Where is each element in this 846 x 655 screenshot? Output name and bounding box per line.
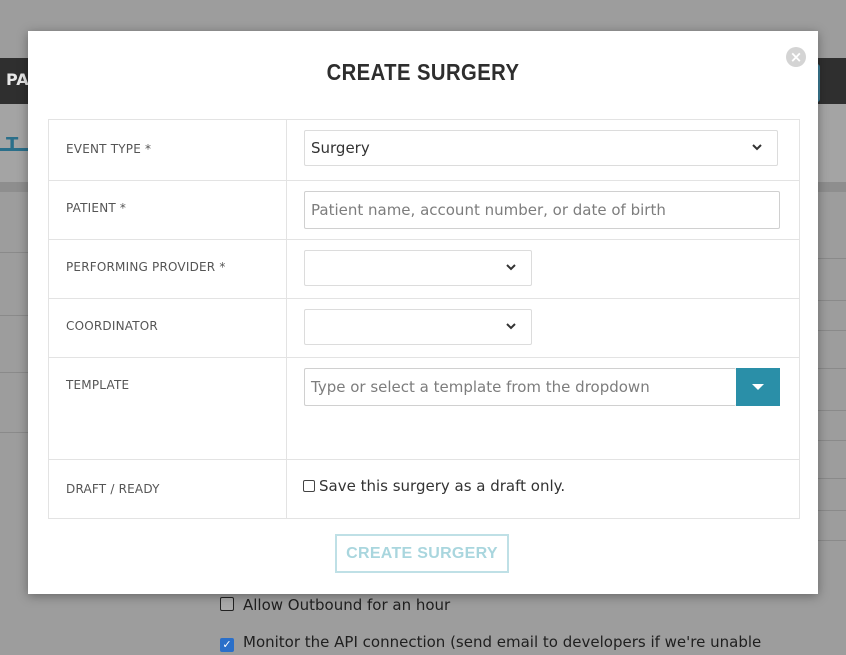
template-row: TEMPLATE Type or select a template from …: [49, 357, 799, 459]
modal-title: CREATE SURGERY: [326, 59, 520, 85]
patient-search-input[interactable]: Patient name, account number, or date of…: [304, 191, 780, 229]
event-type-select[interactable]: Surgery: [304, 130, 778, 166]
template-label: TEMPLATE: [49, 358, 287, 459]
draft-ready-label: DRAFT / READY: [49, 460, 287, 518]
event-type-cell: Surgery: [287, 120, 799, 180]
caret-down-icon: [752, 384, 764, 390]
coordinator-label: COORDINATOR: [49, 299, 287, 357]
allow-outbound-checkbox[interactable]: [220, 597, 234, 611]
monitor-api-label: Monitor the API connection (send email t…: [243, 633, 762, 651]
allow-outbound-label: Allow Outbound for an hour: [243, 596, 451, 614]
template-cell: Type or select a template from the dropd…: [287, 358, 799, 459]
performing-provider-select[interactable]: [304, 250, 532, 286]
draft-ready-cell: Save this surgery as a draft only.: [287, 460, 799, 518]
monitor-api-checkbox[interactable]: ✓: [220, 638, 234, 652]
surgery-form: EVENT TYPE * Surgery PATIENT * Patient n…: [48, 119, 800, 519]
create-surgery-modal: CREATE SURGERY × EVENT TYPE * Surgery PA…: [28, 31, 818, 594]
allow-outbound-option[interactable]: Allow Outbound for an hour: [220, 596, 450, 614]
event-type-row: EVENT TYPE * Surgery: [49, 119, 799, 180]
coordinator-row: COORDINATOR: [49, 298, 799, 357]
event-type-value: Surgery: [311, 139, 370, 157]
create-surgery-button[interactable]: CREATE SURGERY: [335, 534, 509, 573]
draft-checkbox[interactable]: [303, 480, 315, 492]
event-type-label: EVENT TYPE *: [49, 120, 287, 180]
template-dropdown-button[interactable]: [736, 368, 780, 406]
monitor-api-option[interactable]: ✓ Monitor the API connection (send email …: [220, 633, 761, 652]
nav-label: PA: [6, 70, 29, 89]
patient-cell: Patient name, account number, or date of…: [287, 181, 799, 239]
template-combobox[interactable]: Type or select a template from the dropd…: [304, 368, 799, 406]
performing-provider-row: PERFORMING PROVIDER *: [49, 239, 799, 298]
active-tab[interactable]: T: [6, 134, 18, 155]
coordinator-cell: [287, 299, 799, 357]
patient-row: PATIENT * Patient name, account number, …: [49, 180, 799, 239]
coordinator-select[interactable]: [304, 309, 532, 345]
template-input[interactable]: Type or select a template from the dropd…: [304, 368, 736, 406]
chevron-down-icon: [505, 257, 517, 277]
draft-option[interactable]: Save this surgery as a draft only.: [303, 470, 799, 495]
close-icon[interactable]: ×: [786, 47, 806, 67]
performing-provider-label: PERFORMING PROVIDER *: [49, 240, 287, 298]
performing-provider-cell: [287, 240, 799, 298]
draft-checkbox-label: Save this surgery as a draft only.: [319, 477, 566, 495]
draft-ready-row: DRAFT / READY Save this surgery as a dra…: [49, 459, 799, 518]
chevron-down-icon: [505, 316, 517, 336]
patient-label: PATIENT *: [49, 181, 287, 239]
chevron-down-icon: [751, 137, 763, 157]
